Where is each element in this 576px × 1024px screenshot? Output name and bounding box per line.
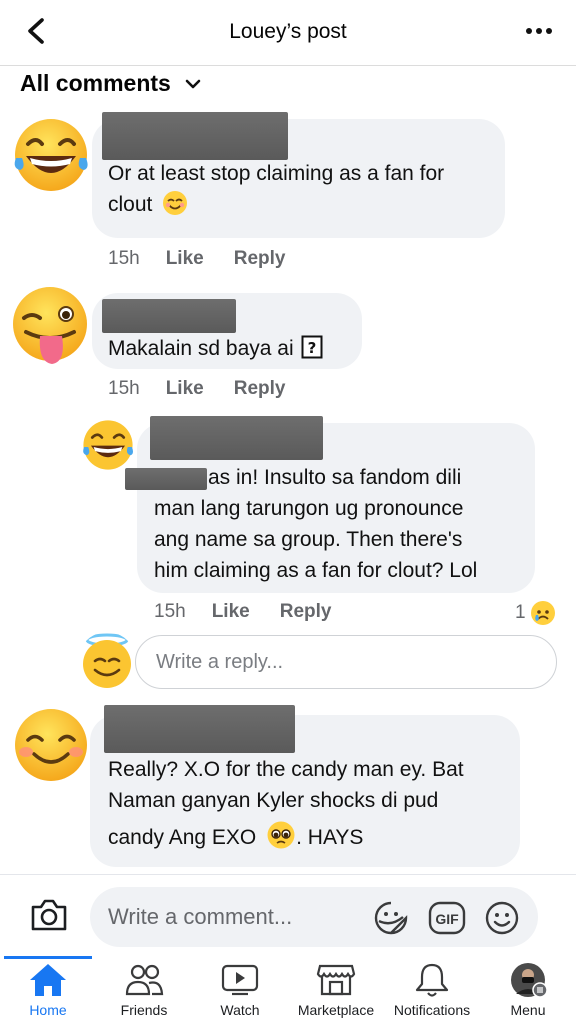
nav-notifications[interactable]: Notifications bbox=[384, 962, 480, 1018]
reply-avatar-laughing-emoji-icon[interactable] bbox=[80, 417, 136, 473]
commenter-avatar-laughing-emoji-icon[interactable] bbox=[10, 114, 92, 196]
nav-friends-label: Friends bbox=[120, 1002, 168, 1018]
profile-avatar-icon bbox=[511, 963, 548, 998]
home-icon bbox=[30, 964, 66, 996]
reply-meta: 15h Like Reply bbox=[154, 601, 332, 623]
smiling-emoji-icon bbox=[163, 191, 188, 215]
comment-input[interactable]: Write a comment... GIF bbox=[90, 887, 538, 947]
redacted-name bbox=[150, 416, 323, 460]
your-avatar-halo-emoji-icon bbox=[83, 633, 131, 688]
svg-text:?: ? bbox=[308, 339, 317, 357]
gif-icon[interactable]: GIF bbox=[428, 900, 466, 936]
nav-marketplace[interactable]: Marketplace bbox=[288, 962, 384, 1018]
reply-button[interactable]: Reply bbox=[234, 248, 286, 270]
nav-watch-label: Watch bbox=[220, 1002, 260, 1018]
comment-meta: 15h Like Reply bbox=[108, 248, 315, 270]
comment-time: 15h bbox=[108, 248, 140, 269]
reply-input-placeholder: Write a reply... bbox=[156, 651, 284, 673]
sad-reaction-icon bbox=[530, 601, 555, 625]
active-tab-indicator bbox=[4, 956, 92, 959]
pleading-face-emoji-icon bbox=[267, 821, 295, 849]
comment-filter-dropdown[interactable]: All comments bbox=[20, 70, 201, 97]
like-button[interactable]: Like bbox=[166, 248, 204, 270]
reply-button[interactable]: Reply bbox=[280, 601, 332, 623]
comment-text: Or at least stop claiming as a fan for c… bbox=[108, 162, 445, 216]
comment-input-placeholder: Write a comment... bbox=[108, 904, 293, 929]
commenter-avatar-blushing-emoji-icon[interactable] bbox=[12, 706, 90, 784]
bottom-nav: Home Friends Watch Marketplace Notificat… bbox=[0, 956, 576, 1024]
nav-home-label: Home bbox=[29, 1002, 67, 1018]
nav-notifications-label: Notifications bbox=[393, 1002, 471, 1018]
reaction-count: 1 bbox=[515, 602, 526, 623]
nav-menu-label: Menu bbox=[510, 1002, 546, 1018]
nav-friends[interactable]: Friends bbox=[96, 962, 192, 1018]
watch-icon bbox=[221, 964, 259, 996]
comment-text: Makalain sd baya ai ? bbox=[108, 333, 323, 364]
commenter-avatar-winking-tongue-emoji-icon[interactable] bbox=[8, 284, 92, 368]
redacted-name bbox=[104, 705, 295, 753]
friends-icon bbox=[125, 964, 164, 996]
filter-label: All comments bbox=[20, 70, 171, 96]
redacted-name bbox=[102, 299, 236, 333]
reply-input[interactable]: Write a reply... bbox=[135, 635, 557, 689]
sticker-icon[interactable] bbox=[373, 900, 409, 936]
camera-icon[interactable] bbox=[29, 897, 69, 933]
page-title: Louey’s post bbox=[229, 20, 347, 43]
comment-text: Really? X.O for the candy man ey. Bat Na… bbox=[108, 758, 464, 849]
marketplace-icon bbox=[316, 964, 356, 996]
like-button[interactable]: Like bbox=[212, 601, 250, 623]
reply-button[interactable]: Reply bbox=[234, 378, 286, 400]
comment-meta: 15h Like Reply bbox=[108, 378, 286, 400]
comment-composer: Write a comment... GIF bbox=[0, 874, 576, 956]
unknown-character-icon: ? bbox=[301, 335, 323, 359]
svg-text:GIF: GIF bbox=[435, 911, 459, 927]
more-options-icon[interactable] bbox=[524, 24, 554, 38]
bell-icon bbox=[415, 963, 449, 997]
reply-text: as in! Insulto sa fandom dili man lang t… bbox=[154, 466, 478, 582]
like-button[interactable]: Like bbox=[166, 378, 204, 400]
top-bar: Louey’s post bbox=[0, 0, 576, 66]
emoji-picker-icon[interactable] bbox=[484, 900, 520, 936]
nav-marketplace-label: Marketplace bbox=[297, 1002, 375, 1018]
nav-menu[interactable]: Menu bbox=[480, 962, 576, 1018]
nav-watch[interactable]: Watch bbox=[192, 962, 288, 1018]
redacted-name bbox=[102, 112, 288, 160]
reaction-summary[interactable]: 1 bbox=[515, 600, 556, 626]
nav-home[interactable]: Home bbox=[0, 962, 96, 1018]
chevron-down-icon bbox=[185, 79, 201, 88]
